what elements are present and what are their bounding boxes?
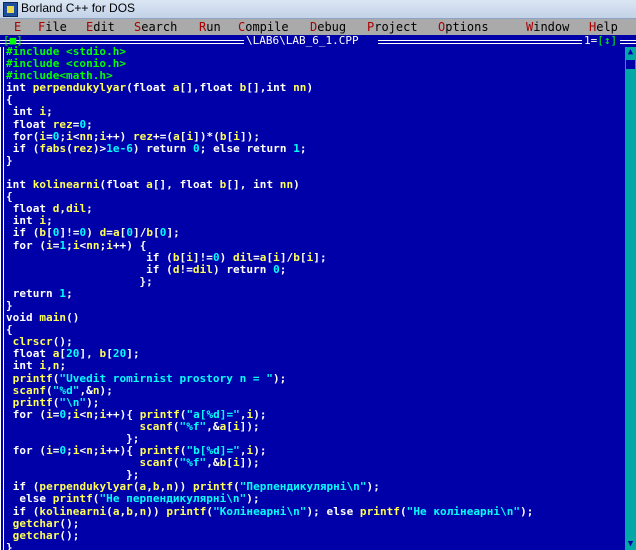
menu-edit[interactable]: Edit (86, 19, 115, 35)
code-line[interactable]: if (kolinearni(a,b,n)) printf("Колінеарн… (6, 505, 624, 518)
code-line[interactable]: int i; (6, 106, 624, 118)
code-line[interactable]: } (6, 299, 624, 312)
menu-system[interactable]: E (14, 19, 21, 35)
code-line[interactable]: if (fabs(rez)>1e-6) return 0; else retur… (6, 142, 624, 155)
code-line[interactable]: if (b[i]!=0) dil=a[i]/b[i]; (6, 251, 624, 264)
frame-top-border-right (378, 40, 582, 44)
menu-compile[interactable]: Compile (238, 19, 289, 35)
code-area[interactable]: #include <stdio.h> #include <conio.h> #inc… (6, 46, 624, 550)
code-line[interactable]: { (6, 324, 624, 336)
menu-bar: E File Edit Search Run Compile Debug Pro… (0, 19, 636, 35)
frame-left-border (0, 47, 4, 550)
code-line[interactable]: } (6, 154, 624, 167)
code-line[interactable]: void main() (6, 311, 624, 324)
code-line[interactable]: } (6, 541, 624, 550)
code-line[interactable]: int kolinearni(float a[], float b[], int… (6, 178, 624, 191)
editor-window[interactable]: [■] \LAB6\LAB_6_1.CPP 1=[↕] ▲ ▼ #include… (0, 35, 636, 550)
frame-top-border-left (0, 40, 244, 44)
frame-top-border-end (620, 40, 636, 44)
menu-file[interactable]: File (38, 19, 67, 35)
code-line[interactable]: return 1; (6, 287, 624, 300)
code-line[interactable]: int perpendukylyar(float a[],float b[],i… (6, 82, 624, 94)
vertical-scrollbar[interactable]: ▲ ▼ (625, 47, 636, 550)
menu-search[interactable]: Search (134, 19, 177, 35)
code-line[interactable]: { (6, 191, 624, 203)
menu-debug[interactable]: Debug (310, 19, 346, 35)
code-line[interactable]: float d,dil; (6, 203, 624, 215)
scroll-thumb[interactable] (626, 60, 635, 69)
code-line[interactable]: if (d!=dil) return 0; (6, 263, 624, 276)
app-icon (3, 2, 18, 17)
menu-options[interactable]: Options (438, 19, 489, 35)
window-titlebar[interactable]: Borland C++ for DOS (0, 0, 636, 19)
menu-help[interactable]: Help (589, 19, 618, 35)
window-title: Borland C++ for DOS (21, 1, 136, 15)
code-line[interactable]: getchar(); (6, 529, 624, 542)
menu-run[interactable]: Run (199, 19, 221, 35)
scroll-up-arrow-icon[interactable]: ▲ (625, 47, 636, 58)
scroll-down-arrow-icon[interactable]: ▼ (625, 539, 636, 550)
menu-project[interactable]: Project (367, 19, 418, 35)
code-line[interactable]: float a[20], b[20]; (6, 348, 624, 360)
code-line[interactable]: getchar(); (6, 517, 624, 530)
menu-window[interactable]: Window (526, 19, 569, 35)
code-line[interactable]: { (6, 94, 624, 106)
code-line[interactable]: }; (6, 275, 624, 288)
